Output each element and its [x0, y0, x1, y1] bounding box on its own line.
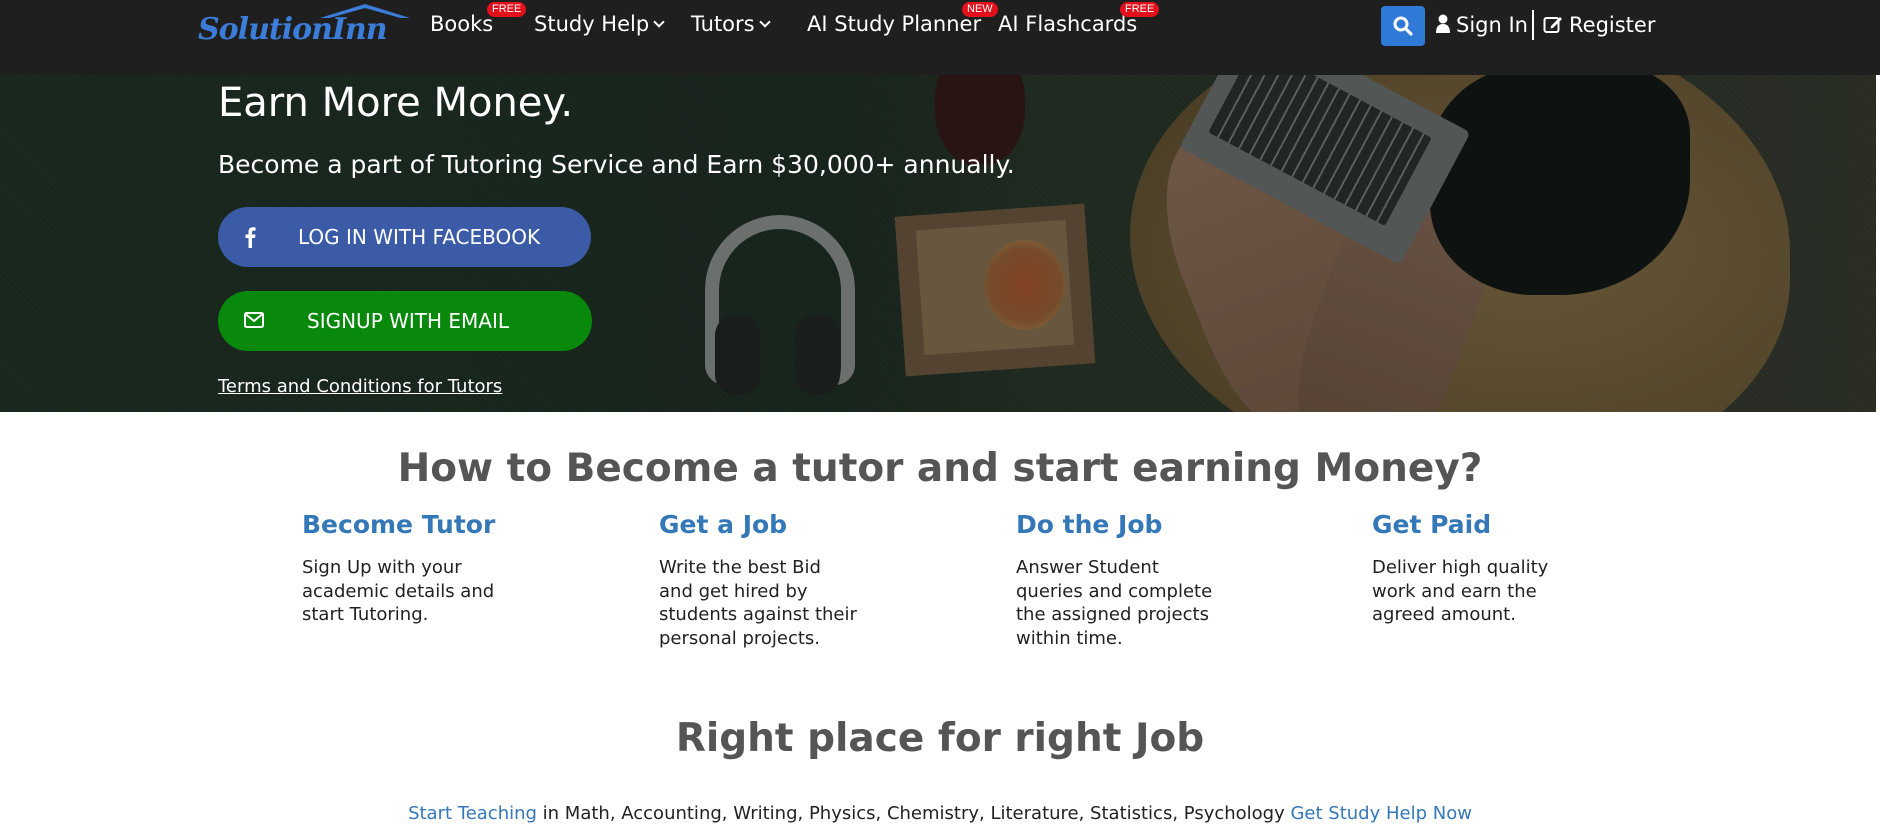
search-button[interactable] [1381, 6, 1425, 46]
step-title: Get a Job [659, 510, 788, 539]
logo-text: SolutionInn [198, 12, 388, 47]
step-title: Get Paid [1372, 510, 1492, 539]
steps-heading: How to Become a tutor and start earning … [397, 446, 1483, 491]
step-title: Do the Job [1016, 510, 1163, 539]
user-icon [1436, 14, 1450, 33]
get-study-help-link[interactable]: Get Study Help Now [1290, 803, 1471, 824]
solutioninn-logo[interactable]: SolutionInn [198, 4, 410, 50]
ai-flashcards-free-badge: FREE [1120, 2, 1160, 17]
register-link[interactable]: Register [1543, 12, 1655, 37]
chevron-down-icon [758, 16, 771, 28]
nav-ai-study-planner[interactable]: AI Study Planner [807, 12, 981, 38]
hero-title: Earn More Money. [218, 80, 574, 126]
nav-ai-flashcards[interactable]: AI Flashcards [998, 12, 1137, 38]
nav-divider [1532, 10, 1534, 40]
step-get-a-job: Get a Job Write the best Bid and get hir… [659, 510, 899, 650]
subjects-line: Start Teaching in Math, Accounting, Writ… [0, 803, 1880, 824]
subjects-text: in Math, Accounting, Writing, Physics, C… [536, 803, 1291, 824]
hero-subtitle: Become a part of Tutoring Service and Ea… [218, 150, 1015, 179]
step-get-paid: Get Paid Deliver high quality work and e… [1372, 510, 1612, 627]
email-signup-button[interactable]: SIGNUP WITH EMAIL [218, 291, 592, 351]
tutor-terms-link[interactable]: Terms and Conditions for Tutors [218, 376, 502, 397]
step-title: Become Tutor [302, 510, 496, 539]
step-description: Answer Student queries and complete the … [1016, 557, 1213, 649]
start-teaching-link[interactable]: Start Teaching [408, 803, 537, 824]
step-become-tutor: Become Tutor Sign Up with your academic … [302, 510, 542, 627]
step-description: Sign Up with your academic details and s… [302, 557, 495, 625]
sign-in-link[interactable]: Sign In [1436, 12, 1528, 37]
envelope-icon [244, 312, 264, 328]
top-navbar: SolutionInn Books FREE Study Help Tutors… [0, 0, 1880, 75]
chevron-down-icon [653, 16, 665, 28]
books-free-badge: FREE [487, 2, 527, 17]
step-do-the-job: Do the Job Answer Student queries and co… [1016, 510, 1256, 650]
facebook-icon [245, 227, 256, 248]
email-signup-label: SIGNUP WITH EMAIL [307, 309, 510, 333]
nav-books[interactable]: Books [430, 12, 493, 38]
facebook-login-label: LOG IN WITH FACEBOOK [298, 225, 541, 249]
edit-icon [1543, 17, 1562, 33]
facebook-login-button[interactable]: LOG IN WITH FACEBOOK [218, 207, 591, 267]
ai-study-planner-new-badge: NEW [962, 2, 998, 17]
search-icon [1393, 16, 1413, 36]
step-description: Deliver high quality work and earn the a… [1372, 557, 1549, 625]
step-description: Write the best Bid and get hired by stud… [659, 557, 857, 649]
nav-study-help[interactable]: Study Help [534, 12, 665, 38]
right-job-heading: Right place for right Job [675, 716, 1205, 761]
nav-tutors[interactable]: Tutors [691, 12, 771, 38]
